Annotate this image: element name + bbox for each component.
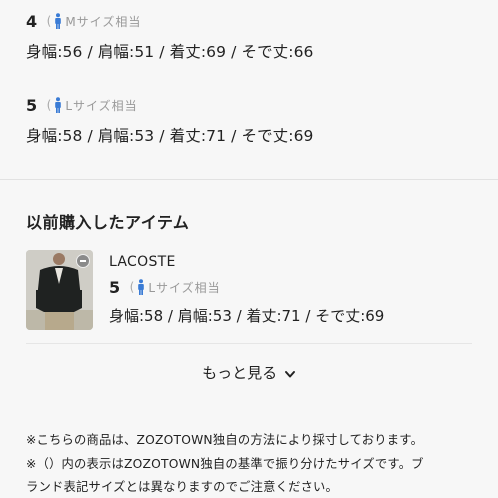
size-equivalent: Lサイズ相当 <box>65 98 138 113</box>
inner-divider <box>26 343 472 344</box>
show-more-label: もっと見る <box>202 364 278 382</box>
purchased-item[interactable]: LACOSTE 5 ( Lサイズ相当 身幅:58 / 肩幅:53 / 着丈:71… <box>26 250 474 330</box>
size-measurements: 身幅:56 / 肩幅:51 / 着丈:69 / そで丈:66 <box>26 43 314 61</box>
person-icon <box>55 97 62 113</box>
show-more-button[interactable]: もっと見る <box>0 362 498 383</box>
size-number: 5 <box>109 277 121 297</box>
chevron-down-icon <box>284 370 295 377</box>
size-measurements: 身幅:58 / 肩幅:53 / 着丈:71 / そで丈:69 <box>26 127 314 145</box>
item-thumbnail[interactable] <box>26 250 93 330</box>
size-header: 5 ( Lサイズ相当 <box>26 94 314 116</box>
size-info-page: 4 ( Mサイズ相当 身幅:56 / 肩幅:51 / 着丈:69 / そで丈:6… <box>0 0 498 498</box>
item-brand[interactable]: LACOSTE <box>109 254 176 270</box>
section-divider <box>0 179 498 180</box>
item-measurements: 身幅:58 / 肩幅:53 / 着丈:71 / そで丈:69 <box>109 307 385 325</box>
note-line-3: ランド表記サイズとは異なりますのでご注意ください。 <box>26 480 339 494</box>
size-paren: ( <box>46 98 52 112</box>
person-icon <box>138 279 145 295</box>
person-icon <box>55 13 62 29</box>
minus-badge-icon[interactable] <box>76 254 90 268</box>
size-row-4: 4 ( Mサイズ相当 身幅:56 / 肩幅:51 / 着丈:69 / そで丈:6… <box>26 10 314 62</box>
size-row-5: 5 ( Lサイズ相当 身幅:58 / 肩幅:53 / 着丈:71 / そで丈:6… <box>26 94 314 146</box>
item-size: 5 ( Lサイズ相当 <box>109 276 221 298</box>
size-header: 4 ( Mサイズ相当 <box>26 10 314 32</box>
purchased-items-title: 以前購入したアイテム <box>26 213 190 232</box>
size-paren: ( <box>46 14 52 28</box>
size-number: 5 <box>26 95 38 115</box>
size-paren: ( <box>129 280 135 294</box>
note-line-1: ※こちらの商品は、ZOZOTOWN独自の方法により採寸しております。 <box>26 433 424 447</box>
note-line-2: ※（）内の表示はZOZOTOWN独自の基準で振り分けたサイズです。ブ <box>26 457 424 471</box>
size-equivalent: Mサイズ相当 <box>65 14 142 29</box>
size-equivalent: Lサイズ相当 <box>148 280 221 295</box>
size-number: 4 <box>26 11 38 31</box>
